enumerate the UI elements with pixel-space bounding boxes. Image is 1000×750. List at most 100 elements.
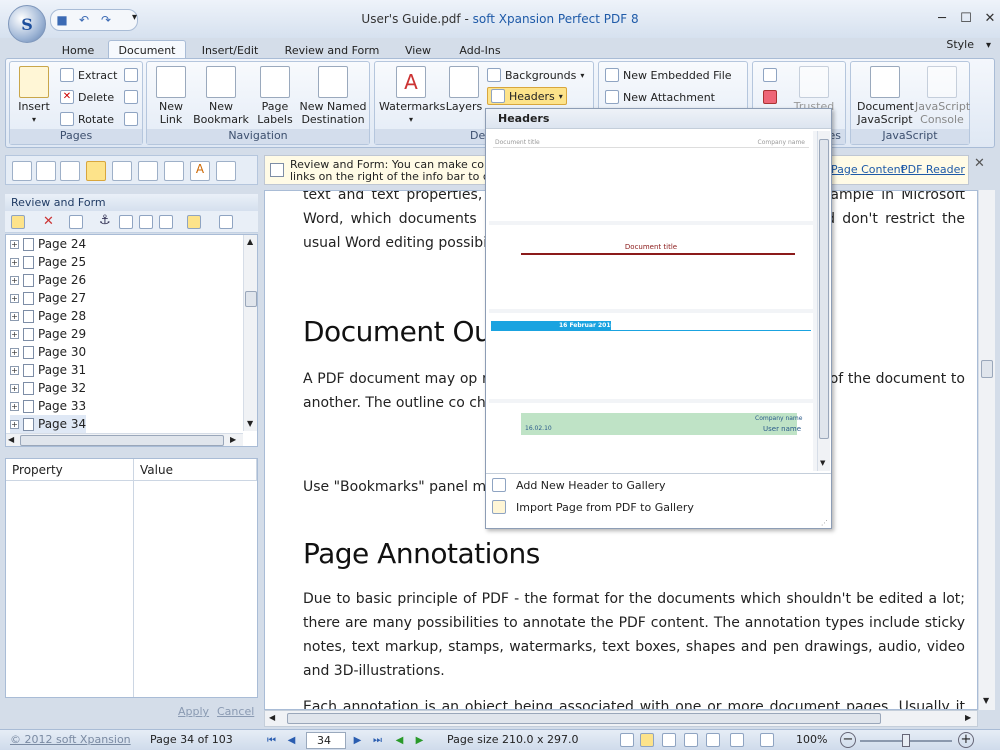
scroll-down-icon[interactable]: ▼: [247, 419, 253, 428]
review-panel-icon[interactable]: [86, 161, 106, 181]
tree-page-item[interactable]: + Page 32: [10, 379, 86, 397]
seal-icon[interactable]: [763, 90, 777, 104]
document-hscroll[interactable]: ◀ ▶: [264, 710, 978, 727]
new-attachment-button[interactable]: New Attachment: [605, 88, 715, 106]
header-template-3[interactable]: 16 Februar 2010: [489, 313, 813, 399]
tree-hscroll[interactable]: ◀ ▶: [6, 433, 243, 446]
expand-icon[interactable]: +: [10, 275, 19, 285]
replace-icon[interactable]: [69, 215, 83, 229]
zoom-in-button[interactable]: +: [958, 732, 974, 748]
tree-page-item[interactable]: + Page 29: [10, 325, 86, 343]
link-page-content[interactable]: Page Content: [831, 164, 905, 176]
javascript-console-button[interactable]: JavaScript Console: [915, 66, 970, 126]
expand-icon[interactable]: +: [10, 383, 19, 393]
crop-icon[interactable]: [124, 68, 138, 82]
grid-icon[interactable]: [124, 90, 138, 104]
scroll-left-icon[interactable]: ◀: [8, 435, 14, 444]
tree-page-item[interactable]: + Page 34: [10, 415, 87, 433]
tab-insert-edit[interactable]: Insert/Edit: [192, 40, 268, 60]
last-page-icon[interactable]: ⏭: [370, 733, 385, 748]
new-embedded-file-button[interactable]: New Embedded File: [605, 66, 732, 84]
prev-page-icon[interactable]: ◀: [284, 733, 299, 748]
zoom-tool-icon[interactable]: [760, 733, 774, 747]
tree-page-item[interactable]: + Page 26: [10, 271, 86, 289]
frame-icon[interactable]: [139, 215, 153, 229]
expand-icon[interactable]: +: [10, 239, 19, 249]
new-bookmark-button[interactable]: New Bookmark: [193, 66, 249, 126]
doc-scroll-down-icon[interactable]: ▼: [983, 696, 989, 705]
tree-hscroll-thumb[interactable]: [20, 435, 224, 446]
layers-button[interactable]: Layers: [445, 66, 483, 113]
document-vscroll[interactable]: ▼: [978, 190, 995, 710]
new-link-button[interactable]: New Link: [153, 66, 189, 126]
tab-view[interactable]: View: [396, 40, 440, 60]
attachments-panel-icon[interactable]: [138, 161, 158, 181]
tree-scroll-thumb[interactable]: [245, 291, 257, 307]
first-page-icon[interactable]: ⏮: [264, 733, 279, 748]
next-page-icon[interactable]: ▶: [350, 733, 365, 748]
single-page-view-icon[interactable]: [620, 733, 634, 747]
forward-icon[interactable]: ▶: [412, 733, 427, 748]
page-number-input[interactable]: 34: [306, 732, 346, 749]
layers-panel-icon[interactable]: [164, 161, 184, 181]
expand-icon[interactable]: +: [10, 257, 19, 267]
new-named-destination-button[interactable]: New Named Destination: [297, 66, 369, 126]
header-template-4[interactable]: 16.02.10 Company name User name: [489, 403, 813, 471]
tree-page-item[interactable]: + Page 31: [10, 361, 86, 379]
close-button[interactable]: ✕: [976, 8, 1000, 28]
gallery-scroll-thumb[interactable]: [819, 139, 829, 439]
tree-page-item[interactable]: + Page 27: [10, 289, 86, 307]
expand-icon[interactable]: +: [10, 329, 19, 339]
tab-document[interactable]: Document: [108, 40, 186, 60]
bookmarks-panel-icon[interactable]: [36, 161, 56, 181]
expand-icon[interactable]: +: [10, 401, 19, 411]
header-template-1[interactable]: Document title Company name: [489, 131, 813, 221]
settings-icon[interactable]: [219, 215, 233, 229]
add-new-header-menu-item[interactable]: Add New Header to Gallery: [486, 474, 831, 496]
list-panel-icon[interactable]: [60, 161, 80, 181]
expand-icon[interactable]: +: [10, 365, 19, 375]
copyright-link[interactable]: © 2012 soft Xpansion: [10, 733, 131, 746]
import-page-menu-item[interactable]: Import Page from PDF to Gallery: [486, 496, 831, 518]
cancel-link[interactable]: Cancel: [217, 705, 254, 718]
scroll-right-icon[interactable]: ▶: [230, 435, 236, 444]
tab-add-ins[interactable]: Add-Ins: [450, 40, 510, 60]
save-panel-icon[interactable]: [119, 215, 133, 229]
highlight-icon[interactable]: [187, 215, 201, 229]
anchor-tool-icon[interactable]: ⚓: [99, 213, 111, 228]
document-javascript-button[interactable]: Document JavaScript: [857, 66, 914, 126]
tree-page-item[interactable]: + Page 28: [10, 307, 86, 325]
tree-page-item[interactable]: + Page 30: [10, 343, 86, 361]
tab-review-form[interactable]: Review and Form: [276, 40, 388, 60]
headers-button[interactable]: Headers ▾: [487, 87, 567, 105]
resize-grip-icon[interactable]: ⋰: [821, 519, 828, 527]
signatures-panel-icon[interactable]: [216, 161, 236, 181]
expand-icon[interactable]: +: [10, 347, 19, 357]
fonts-panel-icon[interactable]: A: [190, 161, 210, 181]
document-scroll-thumb[interactable]: [981, 360, 993, 378]
fit-page-icon[interactable]: [730, 733, 744, 747]
tree-page-item[interactable]: + Page 24: [10, 235, 86, 253]
style-menu[interactable]: Style: [946, 38, 974, 51]
tree-page-item[interactable]: + Page 33: [10, 397, 86, 415]
note-icon[interactable]: [11, 215, 25, 229]
page-labels-button[interactable]: Page Labels: [255, 66, 295, 126]
help-icon[interactable]: ▾: [986, 40, 991, 51]
app-menu-button[interactable]: S: [8, 5, 46, 43]
book-view-icon[interactable]: [684, 733, 698, 747]
apply-link[interactable]: Apply: [178, 705, 209, 718]
delete-button[interactable]: ✕ Delete: [60, 88, 114, 106]
insert-button[interactable]: Insert ▾: [14, 66, 54, 126]
backgrounds-button[interactable]: Backgrounds ▾: [487, 66, 584, 84]
scroll-up-icon[interactable]: ▲: [247, 237, 253, 246]
print-icon[interactable]: [124, 112, 138, 126]
expand-icon[interactable]: +: [10, 311, 19, 321]
fit-width-icon[interactable]: [706, 733, 720, 747]
document-hscroll-thumb[interactable]: [287, 713, 881, 724]
zoom-out-button[interactable]: −: [840, 732, 856, 748]
images-panel-icon[interactable]: [112, 161, 132, 181]
doc-scroll-right-icon[interactable]: ▶: [965, 713, 971, 722]
header-template-2[interactable]: Document title: [489, 225, 813, 309]
continuous-view-icon[interactable]: [640, 733, 654, 747]
expand-icon[interactable]: +: [10, 419, 19, 429]
